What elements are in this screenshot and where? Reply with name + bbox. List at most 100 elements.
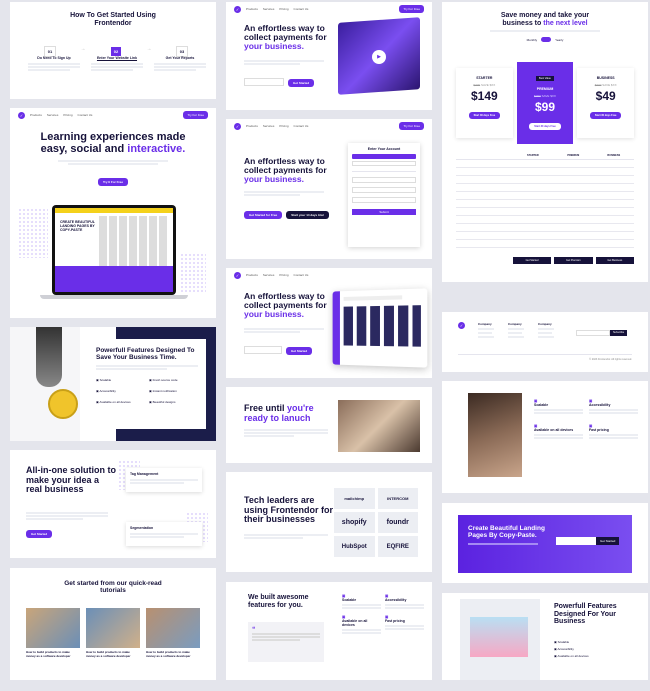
cta-email-input[interactable] [556, 537, 596, 545]
arrow-right-icon: → [80, 46, 86, 52]
play-button-icon[interactable]: ▶ [372, 50, 386, 64]
nav-item[interactable]: Pricing [279, 273, 288, 277]
table-get-started-button[interactable]: Get Started [512, 257, 552, 264]
logo-icon: ✓ [458, 322, 465, 329]
nav-item[interactable]: Products [30, 113, 42, 117]
dashboard-hero-title: An effortless way to collect payments fo… [244, 291, 327, 320]
sticky-notes-image [470, 617, 528, 657]
feature-item: ▣ Fresh source code [149, 378, 178, 383]
feature-item: ▣ Scalable [342, 594, 381, 609]
form-field[interactable] [352, 187, 416, 193]
features-photo-card: ▣ Scalable ▣ Accessibility ▣ Available on a… [442, 381, 648, 493]
account-form: Enter Your Account Submit [348, 143, 420, 247]
navbar: ✓ Products Services Pricing Contact Us [226, 268, 432, 282]
tech-title: Tech leaders are using Frontendor for th… [244, 495, 333, 525]
newsletter-input[interactable] [576, 330, 610, 336]
tutorial-image [86, 608, 140, 648]
allinone-button[interactable]: Get Started [26, 530, 53, 538]
nav-item[interactable]: Services [263, 124, 275, 128]
plan-button[interactable]: Start 30 days Free [589, 112, 622, 119]
logo-icon: ✓ [234, 122, 241, 130]
learning-card: ✓ Products Services Pricing Contact Us T… [10, 108, 216, 318]
nav-cta-button[interactable]: Try For Free [399, 5, 424, 13]
logo-tile: EQFIRE [377, 536, 418, 557]
nav-cta-button[interactable]: Try For Free [399, 122, 424, 130]
footer-card: ✓ Company Company Company Subscribe © 20… [442, 312, 648, 372]
nav-item[interactable]: Products [246, 124, 258, 128]
nav-item[interactable]: Services [263, 273, 275, 277]
laptop-screen-title: CREATE BEAUTIFUL LANDING PAGES BY COPY-P… [60, 220, 95, 233]
steps-card: How To Get Started Using Frontendor 01 →… [10, 2, 216, 99]
navbar: ✓ Products Services Pricing Contact Us T… [226, 2, 432, 16]
logo-tile: INTERCOM [377, 488, 418, 509]
tag-management: Tag Management [130, 472, 159, 476]
nav-item[interactable]: Services [263, 7, 275, 11]
cta-title: Create Beautiful Landing Pages By Copy-P… [468, 525, 545, 540]
tech-card: Tech leaders are using Frontendor for th… [226, 472, 432, 572]
logo-icon: ✓ [234, 271, 241, 279]
hero-title: An effortless way to collect payments fo… [244, 23, 327, 52]
allinone-card: All-in-one solution to make your idea a … [10, 450, 216, 558]
toggle-monthly[interactable]: Monthly [527, 38, 538, 42]
logo-tile: HubSpot [334, 536, 375, 557]
plan-button[interactable]: Start 30 days Free [529, 123, 561, 130]
nav-item[interactable]: Services [47, 113, 59, 117]
feature-item: ▣ Accessibility [385, 594, 424, 609]
comparison-table: STARTER PREMIUM BUSINESS Get Started Get… [456, 152, 634, 264]
pricing-card: Save money and take your business to the… [442, 2, 648, 282]
segmentation: Segmentation [130, 526, 154, 530]
clock-icon [48, 389, 78, 419]
nav-item[interactable]: Contact Us [294, 7, 309, 11]
learning-title: Learning experiences made easy, social a… [40, 131, 186, 155]
tutorial-image [146, 608, 200, 648]
dashboard-get-started-button[interactable]: Get Started [286, 347, 313, 355]
nav-item[interactable]: Pricing [63, 113, 72, 117]
pricing-title: Save money and take your business to the… [500, 12, 590, 27]
nav-item[interactable]: Contact Us [78, 113, 93, 117]
nav-item[interactable]: Products [246, 273, 258, 277]
nav-cta-button[interactable]: Try For Free [183, 111, 208, 119]
form-hero-card: ✓ Products Services Pricing Contact Us T… [226, 119, 432, 259]
features-hand-card: Powerfull Features Designed To Save Your… [10, 327, 216, 441]
submit-button[interactable]: Submit [352, 209, 416, 215]
tutorial-title[interactable]: How to build products to make money as a… [26, 650, 80, 659]
tutorials-card: Get started from our quick-read tutorial… [10, 568, 216, 680]
try-free-button[interactable]: Try It For Free [97, 177, 128, 186]
navbar: ✓ Products Services Pricing Contact Us T… [226, 119, 432, 133]
feature-item: ▣ Instant notification [149, 389, 177, 394]
footer-col-title: Company [538, 322, 552, 326]
feature-item: ▣ Scalable [554, 640, 570, 644]
nav-item[interactable]: Contact Us [294, 124, 309, 128]
navbar: ✓ Products Services Pricing Contact Us T… [10, 108, 216, 122]
get-started-free-button[interactable]: Get Started for Free [244, 211, 283, 219]
steps-title: How To Get Started Using Frontendor [70, 12, 156, 27]
cta-button[interactable]: Get Started [596, 537, 620, 545]
nav-item[interactable]: Pricing [279, 7, 288, 11]
woman-photo [468, 393, 522, 477]
tutorial-title[interactable]: How to build products to make money as a… [146, 650, 200, 659]
awesome-title: We built awesome features for you. [248, 594, 309, 609]
feature-item: ▣ Available on all devices [342, 615, 381, 634]
nav-item[interactable]: Pricing [279, 124, 288, 128]
laptop-mockup: CREATE BEAUTIFUL LANDING PAGES BY COPY-P… [52, 205, 176, 295]
feature-item: ▣ Beautiful designs [149, 400, 176, 405]
form-field[interactable] [352, 197, 416, 203]
plan-button[interactable]: Start 30 days Free [468, 112, 501, 119]
nav-item[interactable]: Products [246, 7, 258, 11]
feature-item: ▣ Scalable [534, 399, 583, 414]
form-field[interactable] [352, 177, 416, 183]
hero-get-started-button[interactable]: Get Started [288, 79, 315, 87]
plan-starter: STARTER $300 SAVE $XX $149 Start 30 days… [456, 68, 513, 138]
features-hand-title: Powerfull Features Designed To Save Your… [96, 347, 195, 362]
toggle-yearly[interactable]: Yearly [555, 38, 563, 42]
form-title: Enter Your Account [367, 147, 401, 151]
nav-item[interactable]: Contact Us [294, 273, 309, 277]
subscribe-button[interactable]: Subscribe [610, 330, 628, 336]
table-get-premium-button[interactable]: Get Premium [554, 257, 593, 264]
feature-item: ▣ Accessibility [554, 647, 574, 652]
table-get-business-button[interactable]: Get Business [595, 257, 634, 264]
trial-button[interactable]: Start your 14 days trial [286, 211, 329, 219]
billing-toggle[interactable] [541, 37, 552, 43]
tutorial-title[interactable]: How to build products to make money as a… [86, 650, 140, 659]
arrow-right-icon: → [146, 46, 152, 52]
